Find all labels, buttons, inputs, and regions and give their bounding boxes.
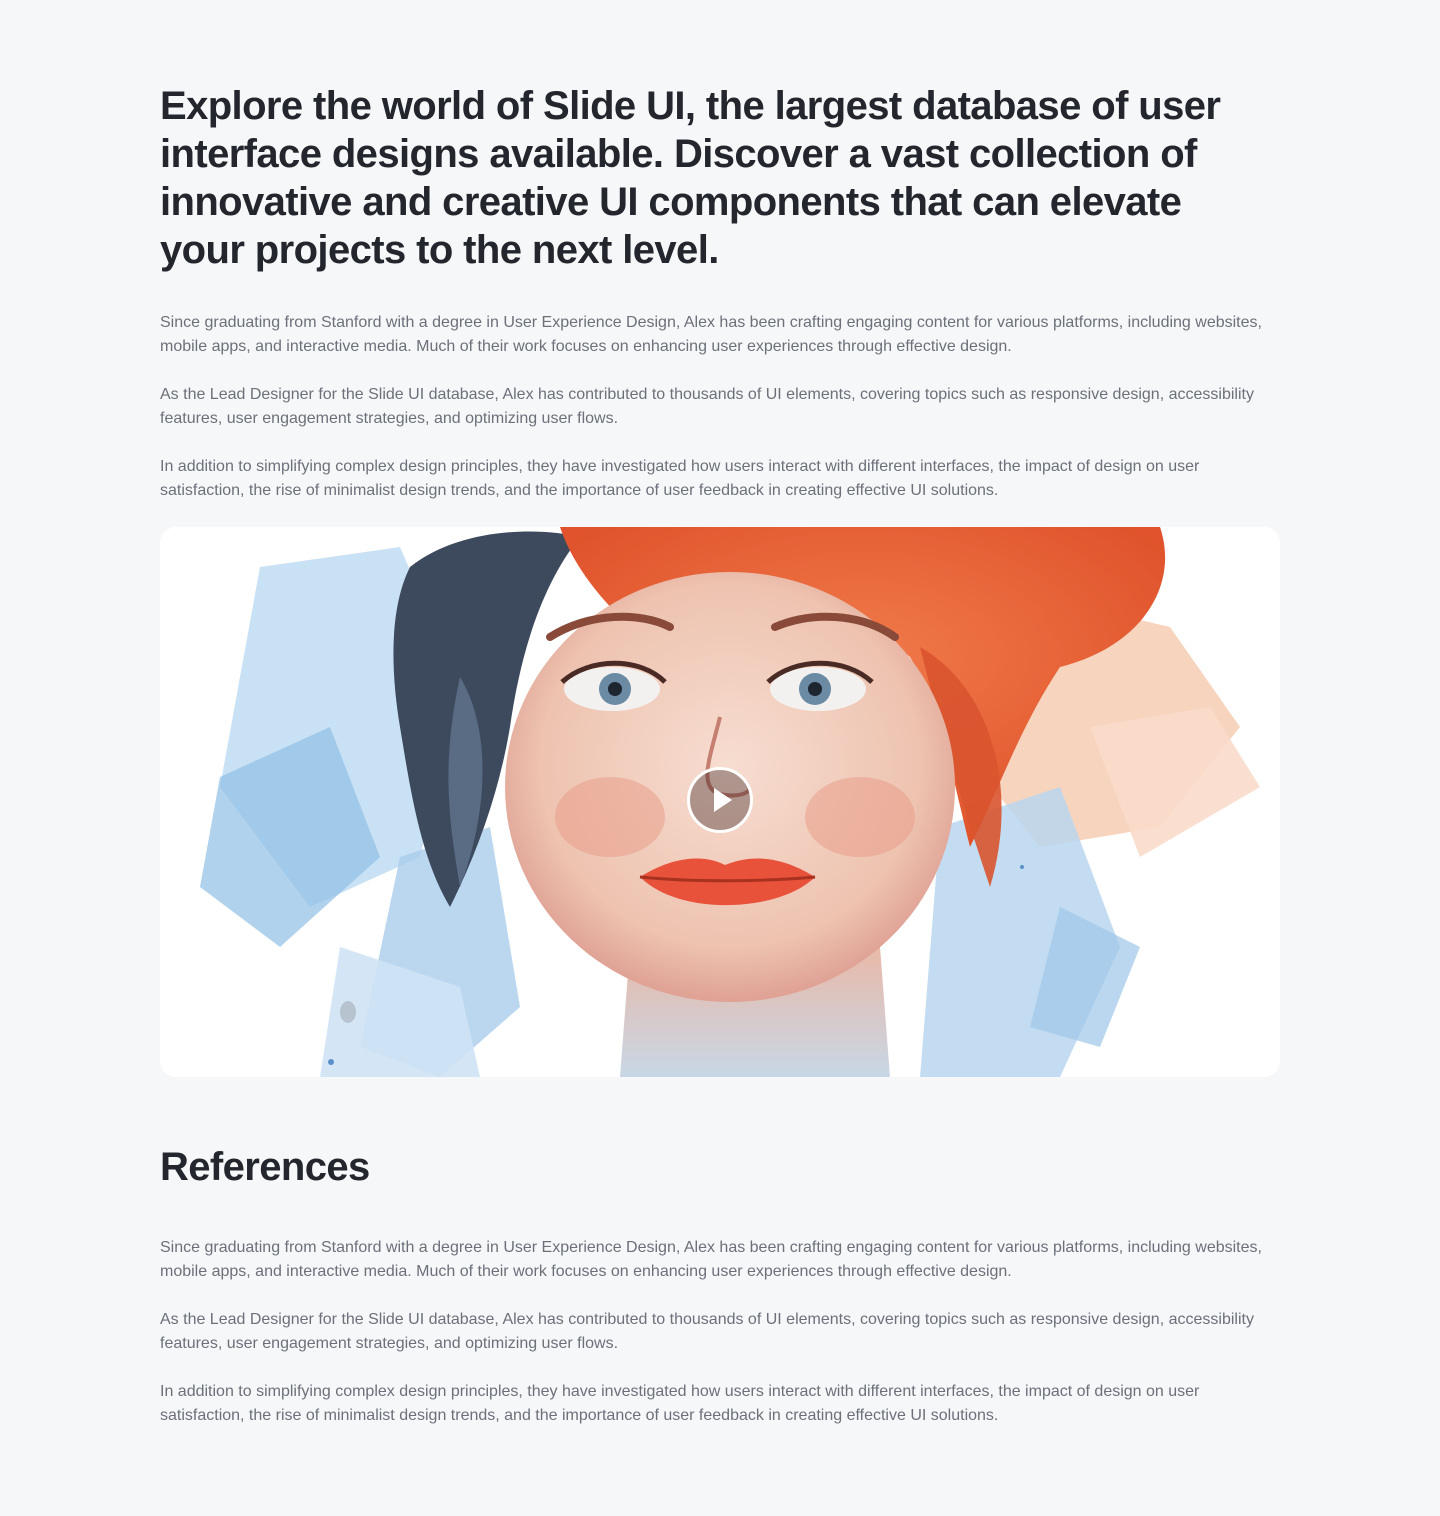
- play-button[interactable]: [687, 767, 753, 833]
- references-paragraph: Since graduating from Stanford with a de…: [160, 1239, 1262, 1280]
- references-text: Since graduating from Stanford with a de…: [160, 1236, 1280, 1428]
- page-title: Explore the world of Slide UI, the large…: [160, 84, 1221, 272]
- play-icon: [714, 788, 732, 812]
- references-heading: References: [160, 1145, 370, 1189]
- article: Explore the world of Slide UI, the large…: [160, 82, 1280, 1452]
- references-paragraph: As the Lead Designer for the Slide UI da…: [160, 1311, 1254, 1352]
- intro-text: Since graduating from Stanford with a de…: [160, 311, 1280, 503]
- video-player[interactable]: [160, 527, 1280, 1077]
- intro-paragraph: As the Lead Designer for the Slide UI da…: [160, 386, 1254, 427]
- intro-paragraph: Since graduating from Stanford with a de…: [160, 314, 1262, 355]
- intro-paragraph: In addition to simplifying complex desig…: [160, 458, 1200, 499]
- references-paragraph: In addition to simplifying complex desig…: [160, 1383, 1200, 1424]
